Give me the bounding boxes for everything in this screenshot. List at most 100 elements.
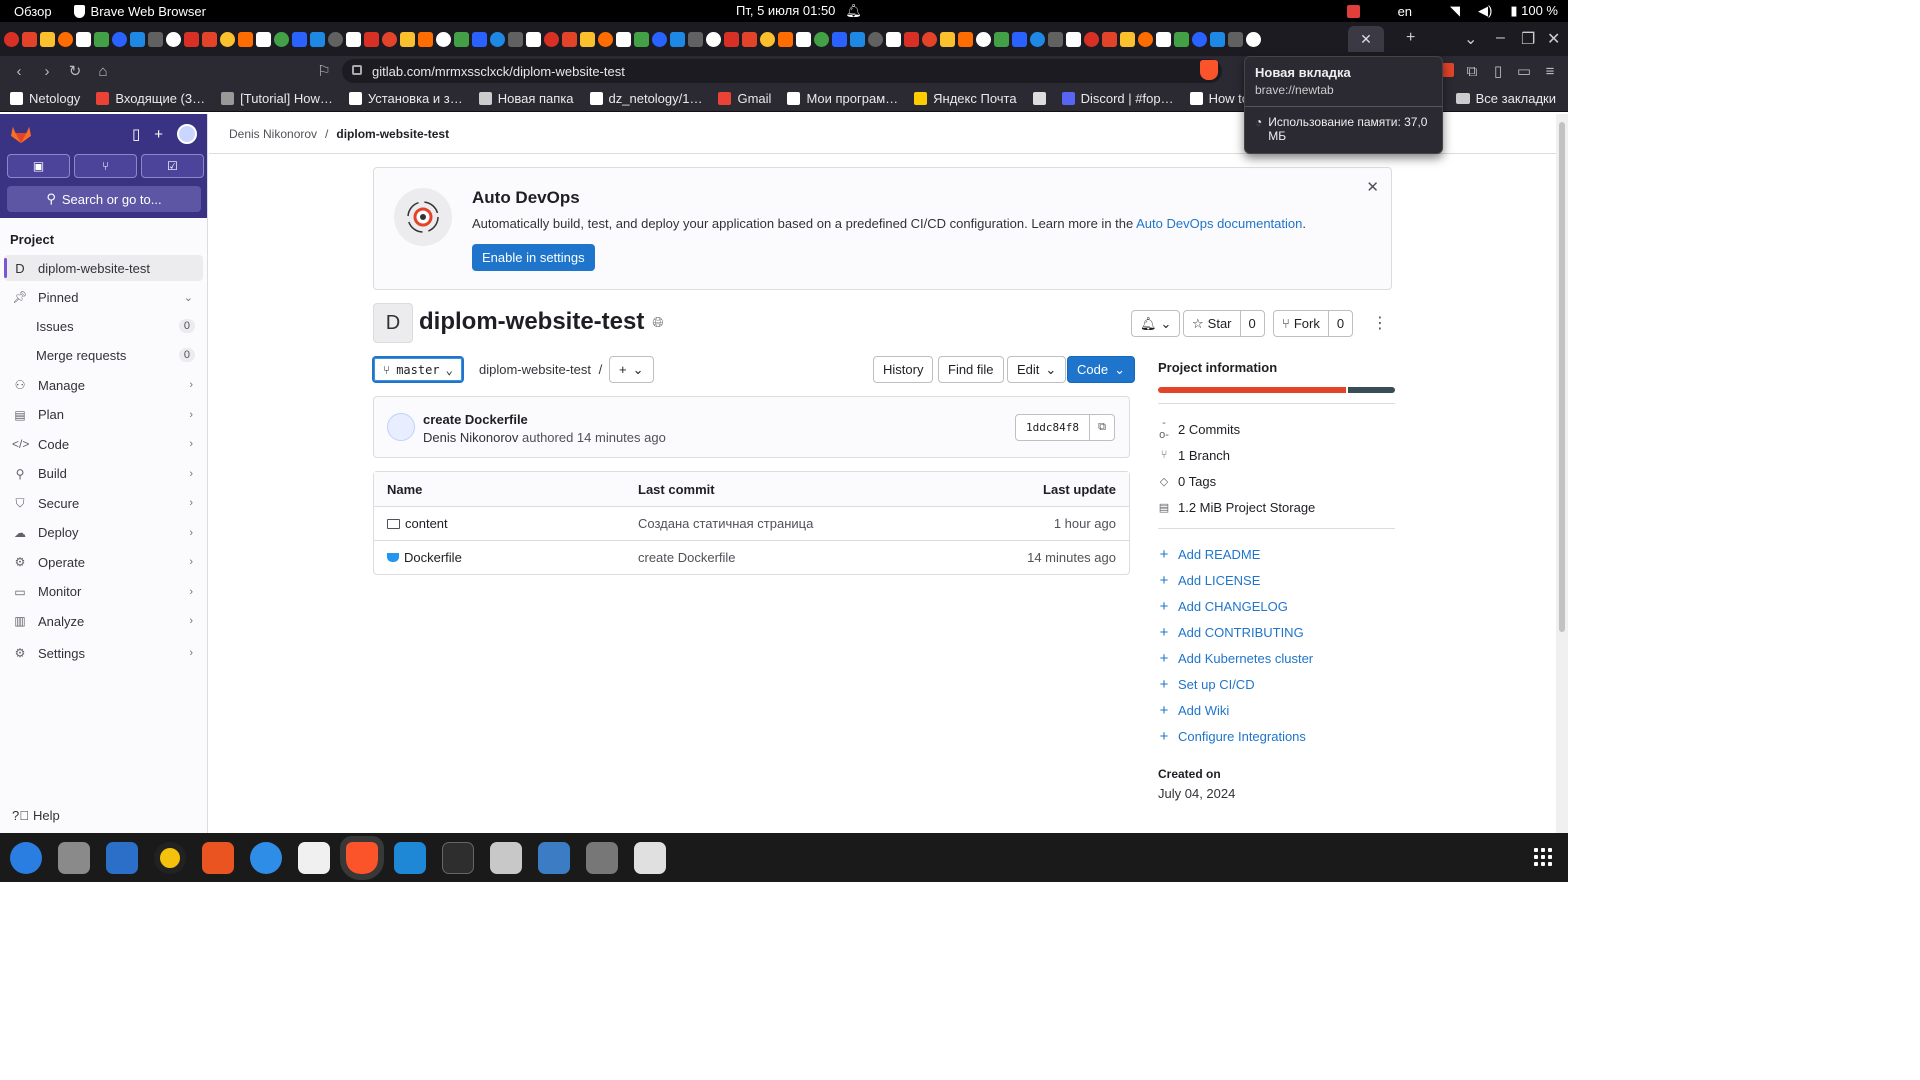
new-tab-plus-icon[interactable]: + [1406, 29, 1415, 47]
star-count[interactable]: 0 [1239, 311, 1264, 336]
project-action-link[interactable]: + Add LICENSE [1158, 567, 1395, 593]
page-scrollbar[interactable] [1556, 114, 1568, 833]
pinned-tabs[interactable] [0, 31, 1344, 47]
tab-favicon-icon[interactable] [94, 31, 109, 47]
tab-list-chevron-icon[interactable]: ⌄ [1464, 29, 1477, 49]
tab-favicon-icon[interactable] [1192, 31, 1207, 47]
tab-favicon-icon[interactable] [1246, 31, 1261, 47]
tab-favicon-icon[interactable] [400, 31, 415, 47]
home-icon[interactable]: ⌂ [89, 63, 117, 80]
bookmark-item[interactable]: Установка и з… [348, 91, 463, 106]
bookmark-item[interactable]: dz_netology/1… [589, 91, 702, 106]
tab-favicon-icon[interactable] [1084, 31, 1099, 47]
battery-status[interactable]: ▮ 100 % [1510, 3, 1558, 19]
thunderbird-icon[interactable] [10, 841, 42, 874]
tab-favicon-icon[interactable] [1066, 31, 1081, 47]
tab-favicon-icon[interactable] [1012, 31, 1027, 47]
help-button[interactable]: ?⃝ Help [12, 808, 60, 823]
tab-favicon-icon[interactable] [130, 31, 145, 47]
star-button[interactable]: ☆ Star [1184, 311, 1240, 336]
tab-favicon-icon[interactable] [742, 31, 757, 47]
tab-favicon-icon[interactable] [364, 31, 379, 47]
search-button[interactable]: ⚲ Search or go to... [7, 186, 201, 212]
wifi-icon[interactable]: ◥ [1450, 3, 1460, 19]
tab-favicon-icon[interactable] [1174, 31, 1189, 47]
project-stat[interactable]: ⑂ 1 Branch [1158, 442, 1395, 468]
volume-icon[interactable]: ◀) [1478, 3, 1492, 19]
commit-author[interactable]: Denis Nikonorov [423, 430, 518, 445]
wallet-icon[interactable]: ▭ [1510, 62, 1538, 80]
notification-dropdown[interactable]: 🔔︎ ⌄ [1131, 310, 1181, 337]
file-name-link[interactable]: Dockerfile [404, 550, 462, 565]
tab-favicon-icon[interactable] [76, 31, 91, 47]
copy-sha-icon[interactable]: ⧉ [1089, 414, 1115, 441]
tab-favicon-icon[interactable] [112, 31, 127, 47]
tab-favicon-icon[interactable] [346, 31, 361, 47]
tab-favicon-icon[interactable] [418, 31, 433, 47]
tab-favicon-icon[interactable] [976, 31, 991, 47]
sidebar-toggle-icon[interactable]: ▯ [1484, 62, 1512, 80]
sidebar-item-code[interactable]: </> Code › [4, 431, 203, 457]
files-icon[interactable] [58, 841, 90, 874]
window-minimize-icon[interactable]: – [1496, 29, 1505, 47]
tab-favicon-icon[interactable] [544, 31, 559, 47]
tab-favicon-icon[interactable] [670, 31, 685, 47]
tab-favicon-icon[interactable] [760, 31, 775, 47]
tab-favicon-icon[interactable] [202, 31, 217, 47]
file-last-commit-link[interactable]: Создана статичная страница [638, 516, 813, 531]
tab-favicon-icon[interactable] [688, 31, 703, 47]
reload-icon[interactable]: ↻ [61, 62, 89, 80]
add-to-tree-dropdown[interactable]: + ⌄ [609, 356, 654, 383]
vscode-icon[interactable] [394, 841, 426, 874]
site-info-icon[interactable] [352, 65, 362, 75]
table-row[interactable]: Dockerfile create Dockerfile 14 minutes ag… [374, 540, 1129, 574]
window-maximize-icon[interactable]: ❐ [1521, 29, 1535, 49]
bookmark-item[interactable]: Новая папка [478, 91, 574, 106]
tab-favicon-icon[interactable] [1210, 31, 1225, 47]
breadcrumb-project[interactable]: diplom-website-test [336, 127, 449, 141]
code-dropdown[interactable]: Code ⌄ [1067, 356, 1135, 383]
tab-favicon-icon[interactable] [148, 31, 163, 47]
tab-favicon-icon[interactable] [634, 31, 649, 47]
tab-favicon-icon[interactable] [274, 31, 289, 47]
tab-favicon-icon[interactable] [724, 31, 739, 47]
tab-favicon-icon[interactable] [1120, 31, 1135, 47]
bookmark-item[interactable]: [Tutorial] How… [221, 91, 333, 106]
tab-favicon-icon[interactable] [598, 31, 613, 47]
text-editor-icon[interactable] [298, 841, 330, 874]
sidebar-item-manage[interactable]: ⚇ Manage › [4, 372, 203, 398]
create-new-icon[interactable]: + [154, 126, 163, 143]
branch-selector[interactable]: ⑂ master ⌄ [372, 356, 464, 383]
language-bar-segment[interactable] [1158, 387, 1346, 393]
commit-title[interactable]: create Dockerfile [423, 412, 528, 427]
breadcrumb-owner[interactable]: Denis Nikonorov [229, 127, 317, 141]
all-bookmarks[interactable]: Все закладки [1455, 91, 1556, 106]
trash-icon[interactable] [634, 841, 666, 874]
enable-in-settings-button[interactable]: Enable in settings [472, 244, 595, 271]
sidebar-item-secure[interactable]: ⛉ Secure › [4, 490, 203, 516]
tab-favicon-icon[interactable] [238, 31, 253, 47]
tab-favicon-icon[interactable] [562, 31, 577, 47]
close-icon[interactable]: ✕ [1366, 178, 1379, 196]
collapse-sidebar-icon[interactable]: ▯ [132, 125, 140, 143]
tab-favicon-icon[interactable] [328, 31, 343, 47]
tab-favicon-icon[interactable] [292, 31, 307, 47]
tab-favicon-icon[interactable] [166, 31, 181, 47]
bookmark-item[interactable]: Discord | #fop… [1061, 91, 1174, 106]
sidebar-item-analyze[interactable]: ▥ Analyze › [4, 608, 203, 634]
tab-favicon-icon[interactable] [184, 31, 199, 47]
repository-language-bar[interactable] [1158, 387, 1395, 393]
activities-button[interactable]: Обзор [14, 4, 52, 19]
tab-favicon-icon[interactable] [616, 31, 631, 47]
tab-favicon-icon[interactable] [4, 31, 19, 47]
virtualbox-icon[interactable] [538, 841, 570, 874]
tab-favicon-icon[interactable] [814, 31, 829, 47]
tab-favicon-icon[interactable] [940, 31, 955, 47]
tab-favicon-icon[interactable] [22, 31, 37, 47]
notification-indicator-icon[interactable] [1346, 4, 1360, 18]
tab-favicon-icon[interactable] [706, 31, 721, 47]
disk-icon[interactable] [586, 841, 618, 874]
tab-favicon-icon[interactable] [994, 31, 1009, 47]
project-action-link[interactable]: + Set up CI/CD [1158, 671, 1395, 697]
tab-favicon-icon[interactable] [868, 31, 883, 47]
